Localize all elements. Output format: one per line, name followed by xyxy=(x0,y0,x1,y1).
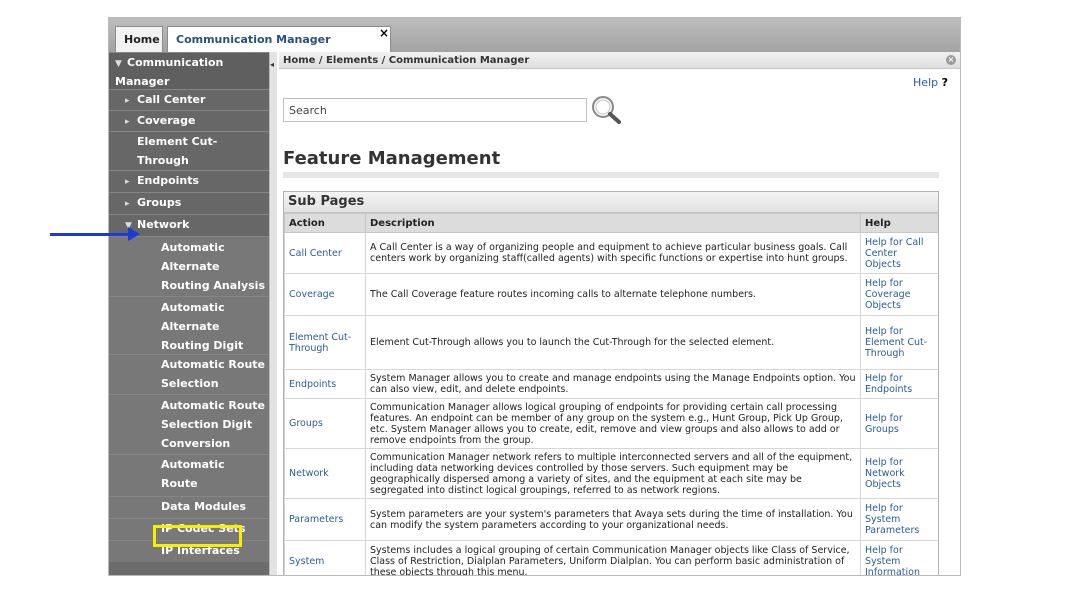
breadcrumb-text: Home / Elements / Communication Manager xyxy=(283,55,530,66)
sidebar-item-label: Communication Manager xyxy=(115,56,224,88)
sidebar-item-coverage[interactable]: ▸ Coverage xyxy=(109,110,269,131)
column-header-description: Description xyxy=(365,213,861,233)
column-header-help: Help xyxy=(860,213,938,233)
row-description: The Call Coverage feature routes incomin… xyxy=(365,273,861,316)
collapsed-caret-icon: ▸ xyxy=(125,177,130,187)
row-description: A Call Center is a way of organizing peo… xyxy=(365,232,861,274)
sidebar-item-label: Automatic Route Selection Digit Conversi… xyxy=(161,399,266,450)
close-icon[interactable]: × xyxy=(946,55,956,65)
action-link-system[interactable]: System xyxy=(284,540,366,575)
row-description: System Manager allows you to create and … xyxy=(365,369,861,399)
sidebar-item-communication-manager[interactable]: ▼ Communication Manager xyxy=(109,52,269,89)
sidebar-item-data-modules[interactable]: Data Modules xyxy=(109,496,269,518)
help-link[interactable]: Help ? xyxy=(913,76,948,89)
row-description: Systems includes a logical grouping of c… xyxy=(365,540,861,575)
help-link-network[interactable]: Help for Network Objects xyxy=(860,448,938,499)
table-row: Call Center A Call Center is a way of or… xyxy=(284,232,938,274)
tab-home[interactable]: Home xyxy=(115,26,163,52)
help-link-parameters[interactable]: Help for System Parameters xyxy=(860,498,938,541)
sidebar-item-ars-toll[interactable]: Automatic Route Selection Toll xyxy=(109,454,269,509)
action-link-call-center[interactable]: Call Center xyxy=(284,232,366,274)
help-question-icon: ? xyxy=(941,76,948,89)
sidebar-item-label: Call Center xyxy=(137,93,206,106)
row-description: Element Cut-Through allows you to launch… xyxy=(365,315,861,370)
table-row: Groups Communication Manager allows logi… xyxy=(284,398,938,449)
tab-communication-manager[interactable]: Communication Manager × xyxy=(167,26,391,52)
sidebar: ▼ Communication Manager ▸ Call Center ▸ Cov… xyxy=(109,52,269,575)
row-description: Communication Manager allows logical gro… xyxy=(365,398,861,449)
title-divider xyxy=(283,172,939,178)
help-link-element-cut-through[interactable]: Help for Element Cut-Through xyxy=(860,315,938,370)
sidebar-item-ars-digit-conversion[interactable]: Automatic Route Selection Digit Conversi… xyxy=(109,394,269,454)
table-row: Element Cut-Through Element Cut-Through … xyxy=(284,315,938,370)
action-link-coverage[interactable]: Coverage xyxy=(284,273,366,316)
sub-pages-table: Action Description Help Call Center A Ca… xyxy=(284,213,938,575)
tab-strip: Home Communication Manager × xyxy=(109,18,960,52)
sidebar-item-label: Network xyxy=(137,218,190,231)
sidebar-item-call-center[interactable]: ▸ Call Center xyxy=(109,89,269,110)
panel-title: Sub Pages xyxy=(284,192,938,213)
table-row: System Systems includes a logical groupi… xyxy=(284,540,938,575)
collapsed-caret-icon: ▸ xyxy=(125,96,130,106)
help-link-system[interactable]: Help for System Information xyxy=(860,540,938,575)
collapsed-caret-icon: ▸ xyxy=(125,117,130,127)
help-link-coverage[interactable]: Help for Coverage Objects xyxy=(860,273,938,316)
action-link-endpoints[interactable]: Endpoints xyxy=(284,369,366,399)
collapse-sidebar-icon[interactable]: ◂ xyxy=(270,60,274,69)
action-link-parameters[interactable]: Parameters xyxy=(284,498,366,541)
sidebar-item-label: Automatic Alternate Routing Analysis xyxy=(161,241,265,292)
table-header-row: Action Description Help xyxy=(284,213,938,233)
annotation-arrowhead-icon xyxy=(128,227,140,241)
action-link-groups[interactable]: Groups xyxy=(284,398,366,449)
page-title: Feature Management xyxy=(283,148,501,169)
table-row: Coverage The Call Coverage feature route… xyxy=(284,273,938,316)
row-description: System parameters are your system's para… xyxy=(365,498,861,541)
sidebar-item-label: Groups xyxy=(137,196,182,209)
annotation-highlight-box xyxy=(153,525,242,547)
table-row: Endpoints System Manager allows you to c… xyxy=(284,369,938,399)
expanded-caret-icon: ▼ xyxy=(115,59,122,69)
sub-pages-panel: Sub Pages Action Description Help Call C… xyxy=(283,191,939,575)
main-content: Home / Elements / Communication Manager … xyxy=(279,52,960,575)
sidebar-item-groups[interactable]: ▸ Groups xyxy=(109,192,269,214)
sidebar-item-label: Endpoints xyxy=(137,174,200,187)
action-link-network[interactable]: Network xyxy=(284,448,366,499)
help-link-endpoints[interactable]: Help for Endpoints xyxy=(860,369,938,399)
sidebar-item-endpoints[interactable]: ▸ Endpoints xyxy=(109,170,269,192)
search-input[interactable] xyxy=(283,98,587,122)
action-link-element-cut-through[interactable]: Element Cut-Through xyxy=(284,315,366,370)
sidebar-item-aar-digit-conversion[interactable]: Automatic Alternate Routing Digit Conver… xyxy=(109,296,269,371)
search-icon[interactable] xyxy=(587,92,627,126)
help-label: Help xyxy=(913,76,939,89)
sidebar-item-label: Coverage xyxy=(137,114,196,127)
app-frame: Home Communication Manager × ▼ Communicat… xyxy=(108,17,961,576)
sidebar-item-ars-analysis[interactable]: Automatic Route Selection Analysis xyxy=(109,354,269,409)
row-description: Communication Manager network refers to … xyxy=(365,448,861,499)
column-header-action: Action xyxy=(284,213,366,233)
sidebar-splitter[interactable] xyxy=(269,52,277,575)
collapsed-caret-icon: ▸ xyxy=(125,199,130,209)
sidebar-item-label: Data Modules xyxy=(161,500,247,513)
help-link-groups[interactable]: Help for Groups xyxy=(860,398,938,449)
sidebar-item-label: Element Cut-Through xyxy=(137,135,218,167)
tab-label: Communication Manager xyxy=(176,33,331,46)
help-link-call-center[interactable]: Help for Call Center Objects xyxy=(860,232,938,274)
table-row: Parameters System parameters are your sy… xyxy=(284,498,938,541)
annotation-arrow-icon xyxy=(50,233,136,236)
table-row: Network Communication Manager network re… xyxy=(284,448,938,499)
sidebar-item-element-cut-through[interactable]: Element Cut-Through xyxy=(109,131,269,170)
breadcrumb: Home / Elements / Communication Manager … xyxy=(279,52,960,69)
close-icon[interactable]: × xyxy=(378,26,390,40)
sidebar-item-aar-analysis[interactable]: Automatic Alternate Routing Analysis xyxy=(109,236,269,296)
